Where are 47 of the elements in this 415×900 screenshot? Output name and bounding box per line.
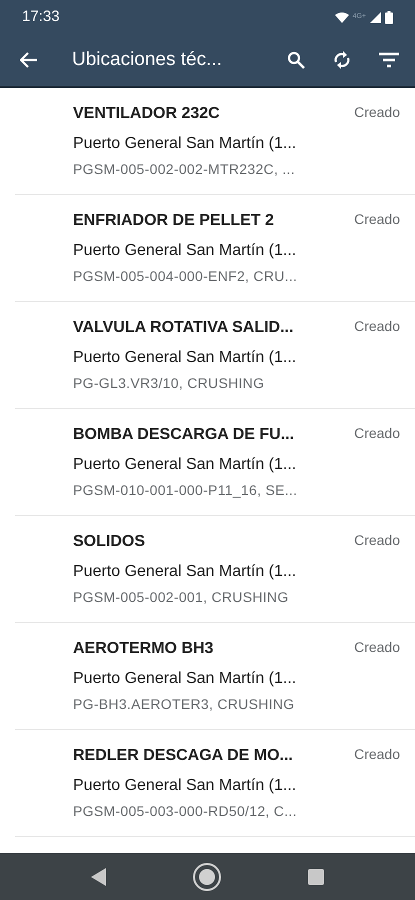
item-code: PGSM-005-002-002-MTR232C, ... bbox=[73, 160, 295, 179]
item-title: ENFRIADOR DE PELLET 2 bbox=[73, 211, 274, 231]
page-title: Ubicaciones téc... bbox=[72, 48, 223, 72]
item-status: Creado bbox=[354, 210, 400, 229]
search-icon bbox=[287, 51, 305, 69]
list-item[interactable]: ENFRIADOR DE PELLET 2 Puerto General San Martín (1... PGSM-005-004-000-ENF2, CRU... Creado bbox=[15, 195, 415, 302]
item-title: VALVULA ROTATIVA SALID... bbox=[73, 318, 294, 338]
item-code: PGSM-010-001-000-P11_16, SE... bbox=[73, 481, 298, 500]
status-time: 17:33 bbox=[22, 6, 60, 27]
refresh-icon bbox=[333, 50, 351, 70]
item-title: BOMBA DESCARGA DE FU... bbox=[73, 425, 294, 445]
list-item[interactable]: VALVULA ROTATIVA SALID... Puerto General San Martín (1... PG-GL3.VR3/10, CRUSHING Creado bbox=[15, 302, 415, 409]
item-title: SOLIDOS bbox=[73, 532, 146, 552]
list-item[interactable]: VENTILADOR 232C Puerto General San Martín (1... PGSM-005-002-002-MTR232C, ... Creado bbox=[15, 88, 415, 195]
recents-square-icon bbox=[308, 868, 324, 884]
item-status: Creado bbox=[354, 745, 400, 764]
item-status: Creado bbox=[354, 424, 400, 443]
item-title: AEROTERMO BH3 bbox=[73, 639, 214, 659]
list-item[interactable]: SOLIDOS Puerto General San Martín (1... PGSM-005-002-001, CRUSHING Creado bbox=[15, 516, 415, 623]
item-code: PGSM-005-002-001, CRUSHING bbox=[73, 588, 289, 607]
item-status: Creado bbox=[354, 638, 400, 657]
item-location: Puerto General San Martín (1... bbox=[73, 562, 296, 582]
home-circle-icon bbox=[192, 862, 222, 892]
item-code: PG-GL3.VR3/10, CRUSHING bbox=[73, 374, 264, 393]
item-status: Creado bbox=[354, 531, 400, 550]
item-location: Puerto General San Martín (1... bbox=[73, 776, 296, 796]
list-item[interactable]: AEROTERMO BH3 Puerto General San Martín (1... PG-BH3.AEROTER3, CRUSHING Creado bbox=[15, 623, 415, 730]
item-code: PG-BH3.AEROTER3, CRUSHING bbox=[73, 695, 294, 714]
item-location: Puerto General San Martín (1... bbox=[73, 241, 296, 261]
item-code: PGSM-005-003-000-RD50/12, C... bbox=[73, 802, 297, 821]
item-status: Creado bbox=[354, 103, 400, 122]
back-triangle-icon bbox=[90, 868, 107, 886]
battery-icon bbox=[385, 10, 393, 24]
item-title: VENTILADOR 232C bbox=[73, 104, 220, 124]
item-location: Puerto General San Martín (1... bbox=[73, 669, 296, 689]
wifi-icon bbox=[334, 12, 349, 22]
item-location: Puerto General San Martín (1... bbox=[73, 348, 296, 368]
back-arrow-icon bbox=[20, 52, 38, 68]
item-status: Creado bbox=[354, 317, 400, 336]
filter-icon bbox=[379, 52, 399, 68]
item-title: REDLER DESCAGA DE MO... bbox=[73, 746, 293, 766]
list-item[interactable]: BOMBA DESCARGA DE FU... Puerto General San Martín (1... PGSM-010-001-000-P11_16, SE... Creado bbox=[15, 409, 415, 516]
item-location: Puerto General San Martín (1... bbox=[73, 134, 296, 154]
item-location: Puerto General San Martín (1... bbox=[73, 455, 296, 475]
list-item[interactable]: REDLER DESCAGA DE MO... Puerto General San Martín (1... PGSM-005-003-000-RD50/12, C... Creado bbox=[15, 730, 415, 837]
item-code: PGSM-005-004-000-ENF2, CRU... bbox=[73, 267, 298, 286]
signal-icon bbox=[370, 12, 381, 22]
